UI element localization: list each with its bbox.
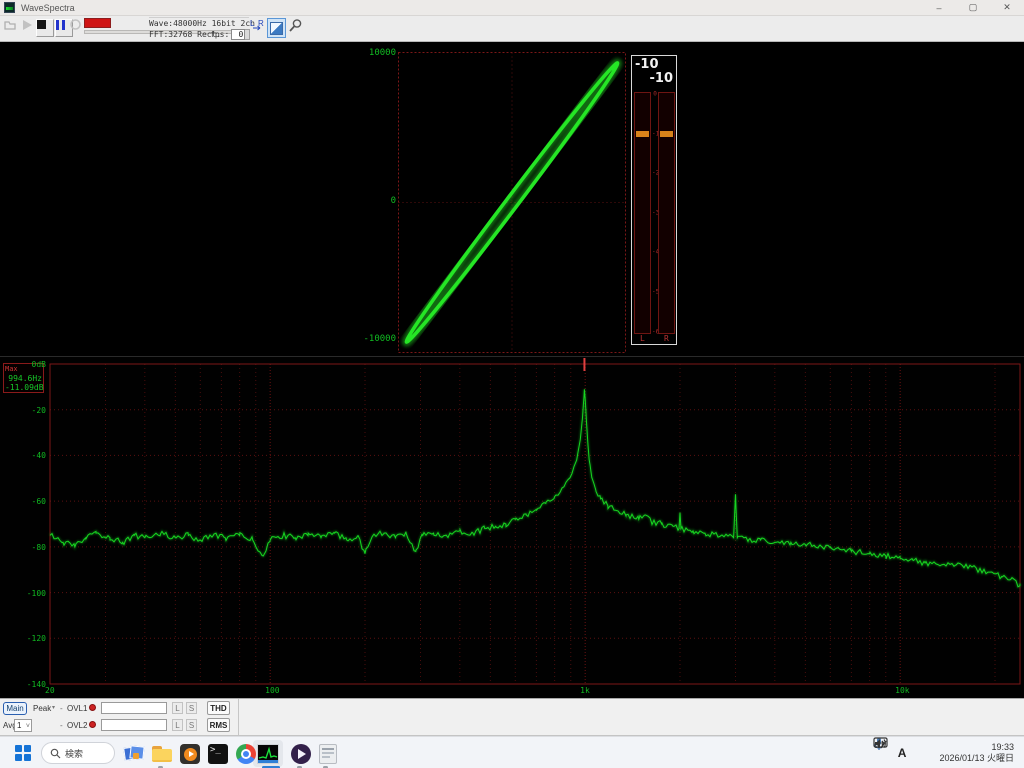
spectrum-x-label: 10k [895,686,909,695]
ovl2-led [89,721,96,728]
chrome-icon [236,744,256,764]
xy-axis-bottom-label: -10000 [360,334,396,344]
spectrum-x-label: 1k [580,686,590,695]
spectrum-y-label: 0dB [12,360,46,369]
file-explorer-icon [152,746,172,762]
settings-button[interactable] [288,18,307,38]
spectrum-y-label: -20 [12,406,46,415]
record-indicator [84,18,111,28]
notes-icon [319,744,337,764]
clock-date: 2026/01/13 火曜日 [939,753,1014,764]
taskbar-clock[interactable]: 19:33 2026/01/13 火曜日 [939,742,1014,764]
taskbar-app-media-player[interactable] [289,742,313,766]
taskbar-app-chrome[interactable] [234,742,258,766]
ovl1-l-button[interactable]: L [172,702,183,714]
spectrum-y-label: -60 [12,497,46,506]
peak-dropdown-icon[interactable]: ▾ [52,704,55,711]
media-player-icon [291,744,311,764]
taskbar-app-terminal[interactable]: >_ [206,742,230,766]
ovl1-input[interactable] [101,702,167,714]
ovl2-s-button[interactable]: S [186,719,197,731]
svg-text:L: L [250,19,255,28]
meter-channel-right-label: R [664,334,669,343]
taskbar-app-file-explorer[interactable] [150,742,174,766]
fps-label: fps: [210,30,229,39]
spectrum-y-label: -100 [12,589,46,598]
ovl2-l-button[interactable]: L [172,719,183,731]
wavespectra-window: WaveSpectra – ▢ ✕ Wav [0,0,1024,768]
peak-mode-label[interactable]: Peak [33,704,51,713]
maximize-button[interactable]: ▢ [956,0,990,16]
clock-time: 19:33 [939,742,1014,753]
level-meter: -10 -10 0-10-20-30-40-50-60 L R [631,55,677,345]
control-separator [238,699,239,735]
svg-text:R: R [258,19,264,28]
fps-input[interactable]: 0 [231,29,245,40]
ovl2-dash: - [60,721,63,730]
open-button[interactable] [3,19,19,37]
spectrum-plot [0,357,1024,699]
app-icon [4,2,15,13]
xy-axis-top-label: 10000 [360,48,396,58]
wavespectra-icon [257,744,279,764]
search-icon [50,748,61,759]
spectrum-y-label: -80 [12,543,46,552]
taskbar-app-media[interactable] [178,742,202,766]
xy-axis-mid-label: 0 [360,196,396,206]
ime-mode-indicator[interactable]: A [898,746,907,760]
thd-button[interactable]: THD [207,701,230,715]
start-button[interactable] [15,745,31,761]
display-mode-button[interactable] [267,18,286,38]
peak-frequency: 994.6Hz [5,374,42,383]
main-tab-button[interactable]: Main [3,702,27,715]
control-bar: Main Peak ▾ - OVL1 L S THD Avg: 1 - OVL2… [0,698,1024,736]
spectrum-x-label: 100 [265,686,279,695]
spectrum-y-label: -120 [12,634,46,643]
media-app-icon [180,744,200,764]
ovl1-label: OVL1 [67,704,87,713]
stop-button[interactable] [36,19,54,37]
terminal-icon: >_ [208,744,228,764]
close-button[interactable]: ✕ [990,0,1024,16]
display-mode-icon [270,22,283,35]
ovl1-led [89,704,96,711]
taskbar: 検索 >_ [0,736,1024,768]
taskbar-app-wavespectra[interactable] [256,742,280,766]
peak-level: -11.09dB [5,383,42,392]
ovl1-s-button[interactable]: S [186,702,197,714]
spectrum-y-label: -40 [12,451,46,460]
wave-format: Wave:48000Hz 16bit 2ch [149,18,249,29]
toolbar: Wave:48000Hz 16bit 2ch FFT:32768 Rect. f… [0,16,1024,42]
minimize-button[interactable]: – [922,0,956,16]
ovl2-input[interactable] [101,719,167,731]
ovl2-label: OVL2 [67,721,87,730]
meter-bar-left [634,92,651,334]
spectrum-x-label: 20 [45,686,55,695]
meter-left-readout: -10 [635,57,659,72]
spectrum-panel: Max 994.6Hz -11.09dB 0dB-20-40-60-80-100… [0,356,1024,698]
taskbar-search[interactable]: 検索 [41,742,115,764]
meter-right-readout: -10 [650,71,674,86]
xy-panel: 10000 0 -10000 -10 -10 0-10-20-30-40-50-… [0,42,1024,356]
rms-button[interactable]: RMS [207,718,230,732]
play-button[interactable] [21,19,37,37]
avg-select[interactable]: 1 [14,719,32,732]
search-placeholder: 検索 [65,747,83,760]
titlebar: WaveSpectra – ▢ ✕ [0,0,1024,16]
meter-bar-right [658,92,675,334]
spectrum-y-label: -140 [12,680,46,689]
lr-axis-icon: L R [249,18,264,33]
settings-magnifier-icon [288,18,303,33]
lr-axis-button[interactable]: L R [249,18,268,38]
photos-icon [124,745,144,763]
record-button[interactable] [70,19,83,37]
taskbar-app-photos[interactable] [122,742,146,766]
taskbar-app-notes[interactable] [316,742,340,766]
window-title: WaveSpectra [21,3,75,13]
ovl1-dash: - [60,704,63,713]
lissajous-plot [0,42,1024,356]
meter-channel-left-label: L [640,334,645,343]
